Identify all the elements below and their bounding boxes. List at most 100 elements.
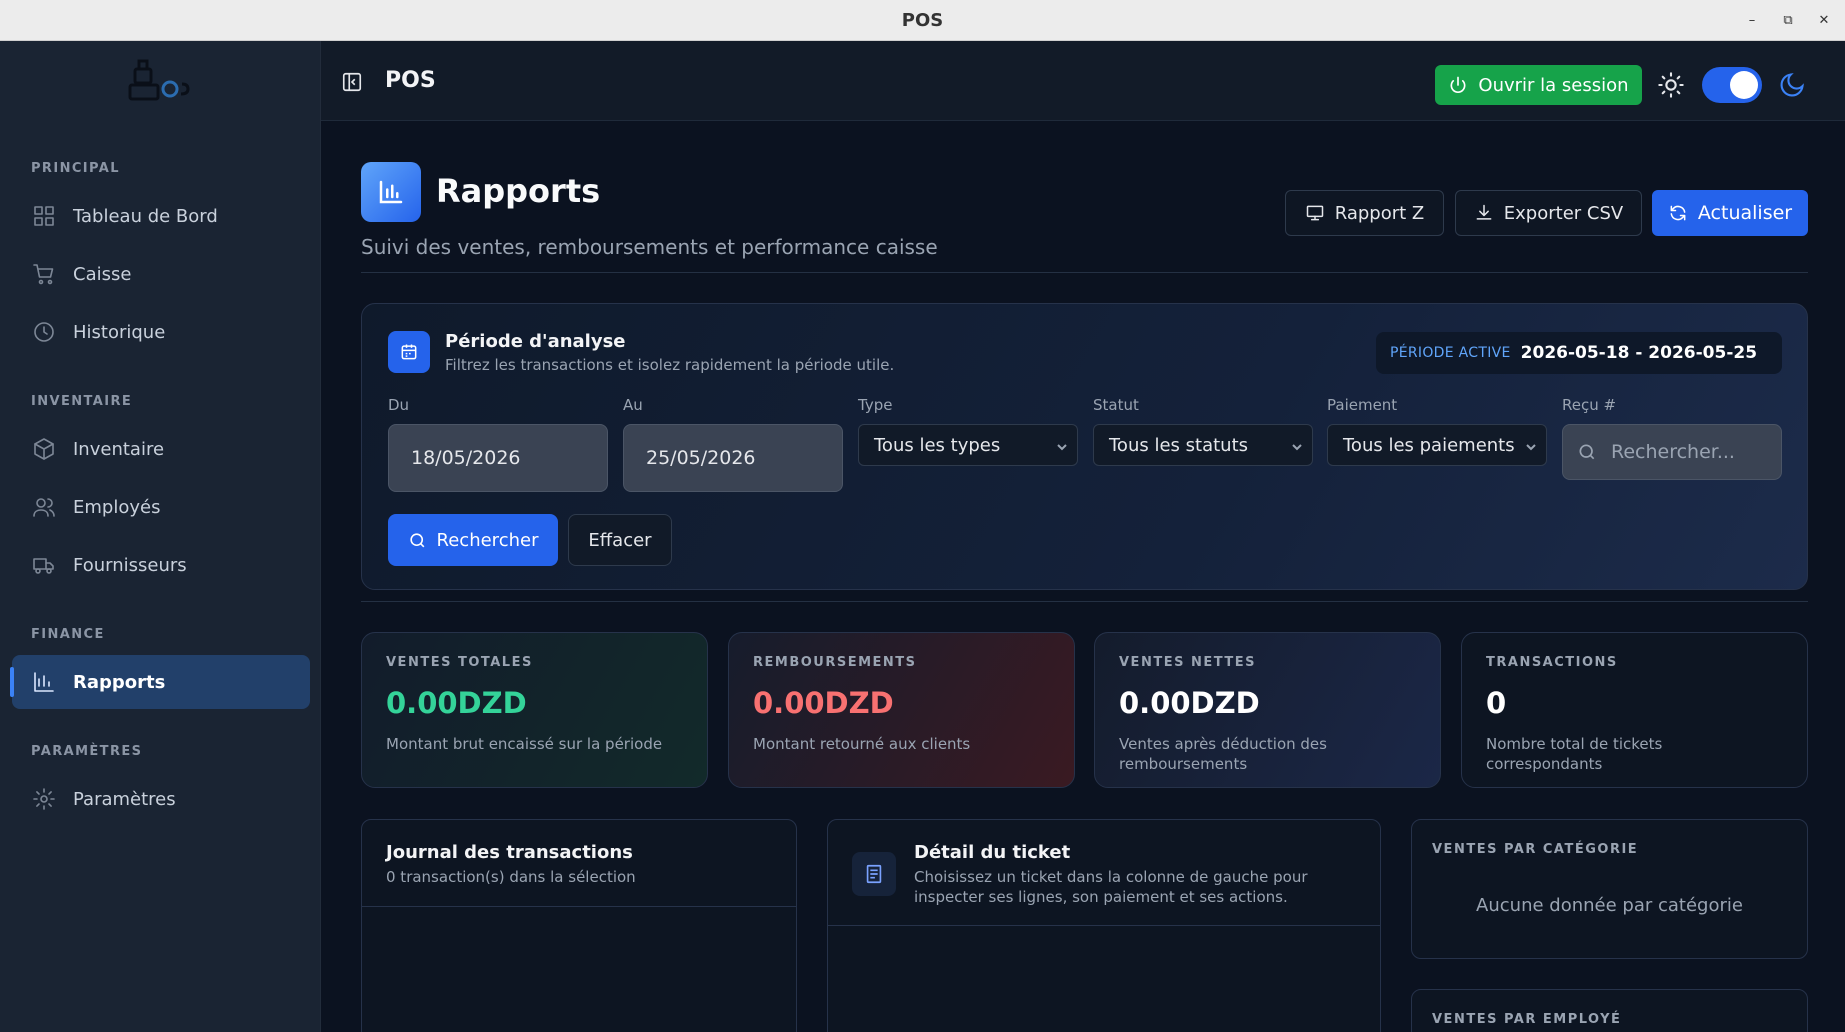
export-csv-button[interactable]: Exporter CSV xyxy=(1455,190,1642,236)
stat-label: VENTES TOTALES xyxy=(386,655,533,670)
sidebar-item-label: Caisse xyxy=(73,263,132,285)
type-select[interactable]: Tous les types xyxy=(858,424,1078,466)
journal-header-rule xyxy=(362,906,796,907)
status-select[interactable]: Tous les statuts xyxy=(1093,424,1313,466)
sidebar-item-parametres[interactable]: Paramètres xyxy=(12,772,310,826)
filter-panel-subtitle: Filtrez les transactions et isolez rapid… xyxy=(445,356,895,374)
box-icon xyxy=(31,436,57,462)
refresh-button[interactable]: Actualiser xyxy=(1652,190,1808,236)
to-label: Au xyxy=(623,396,643,414)
stat-label: VENTES NETTES xyxy=(1119,655,1256,670)
search-button-label: Rechercher xyxy=(436,529,539,551)
payment-label: Paiement xyxy=(1327,396,1398,414)
transactions-journal-panel: Journal des transactions 0 transaction(s… xyxy=(361,819,797,1032)
stat-value: 0.00DZD xyxy=(1119,686,1260,720)
page-subtitle: Suivi des ventes, remboursements et perf… xyxy=(361,235,938,259)
active-period-badge: PÉRIODE ACTIVE 2026-05-18 - 2026-05-25 xyxy=(1376,332,1782,374)
sales-by-employee-panel: VENTES PAR EMPLOYÉ xyxy=(1411,989,1808,1032)
journal-title: Journal des transactions xyxy=(386,842,633,863)
sidebar-item-rapports[interactable]: Rapports xyxy=(10,655,310,709)
type-label: Type xyxy=(858,396,893,414)
receipt-search-input[interactable]: Rechercher... xyxy=(1562,424,1782,480)
status-select-value: Tous les statuts xyxy=(1109,434,1248,456)
stat-description: Montant brut encaissé sur la période xyxy=(386,735,663,753)
header-divider xyxy=(361,272,1808,273)
history-icon xyxy=(31,319,57,345)
close-icon[interactable]: ✕ xyxy=(1817,13,1831,28)
receipt-icon xyxy=(852,852,896,896)
stat-description: Montant retourné aux clients xyxy=(753,735,971,753)
stat-description: Nombre total de tickets correspondants xyxy=(1486,735,1663,773)
open-session-button[interactable]: Ouvrir la session xyxy=(1435,65,1642,105)
export-csv-label: Exporter CSV xyxy=(1503,202,1624,224)
clear-button[interactable]: Effacer xyxy=(568,514,672,566)
filter-panel-title: Période d'analyse xyxy=(445,331,626,352)
stat-card-transactions: TRANSACTIONS 0 Nombre total de tickets c… xyxy=(1461,632,1808,788)
bar-chart-icon xyxy=(31,669,57,695)
sidebar-item-historique[interactable]: Historique xyxy=(12,305,310,359)
sales-by-category-empty: Aucune donnée par catégorie xyxy=(1476,895,1743,916)
calendar-icon xyxy=(388,331,430,373)
cart-icon xyxy=(31,261,57,287)
stat-value: 0.00DZD xyxy=(386,686,527,720)
chevron-down-icon xyxy=(1524,438,1538,452)
moon-icon[interactable] xyxy=(1778,71,1806,99)
sidebar-item-label: Historique xyxy=(73,321,166,343)
active-period-value: 2026-05-18 - 2026-05-25 xyxy=(1520,343,1758,363)
minimize-icon[interactable]: – xyxy=(1745,13,1759,28)
maximize-icon[interactable]: ⧉ xyxy=(1781,13,1795,28)
users-icon xyxy=(31,494,57,520)
active-period-label: PÉRIODE ACTIVE xyxy=(1390,345,1511,361)
payment-select-value: Tous les paiements xyxy=(1343,434,1515,456)
rapport-z-button[interactable]: Rapport Z xyxy=(1285,190,1444,236)
journal-subtitle: 0 transaction(s) dans la sélection xyxy=(386,868,636,886)
power-icon xyxy=(1450,76,1466,93)
from-date-input[interactable]: 18/05/2026 xyxy=(388,424,608,492)
sidebar-item-caisse[interactable]: Caisse xyxy=(12,247,310,301)
sidebar-item-fournisseurs[interactable]: Fournisseurs xyxy=(12,538,310,592)
chevron-down-icon xyxy=(1290,438,1304,452)
sales-by-category-panel: VENTES PAR CATÉGORIE Aucune donnée par c… xyxy=(1411,819,1808,959)
ticket-header-rule xyxy=(828,925,1380,926)
sidebar-item-label: Rapports xyxy=(73,671,166,693)
ticket-title: Détail du ticket xyxy=(914,842,1071,863)
type-select-value: Tous les types xyxy=(874,434,1001,456)
chevron-down-icon xyxy=(1055,438,1069,452)
bar-chart-icon xyxy=(379,180,403,204)
sun-icon[interactable] xyxy=(1657,71,1685,99)
filters-divider xyxy=(361,601,1808,602)
open-session-label: Ouvrir la session xyxy=(1478,74,1629,96)
stat-description: Ventes après déduction des remboursement… xyxy=(1119,735,1327,773)
sidebar-item-label: Paramètres xyxy=(73,788,176,810)
sidebar-item-employes[interactable]: Employés xyxy=(12,480,310,534)
payment-select[interactable]: Tous les paiements xyxy=(1327,424,1547,466)
sidebar-item-label: Employés xyxy=(73,496,161,518)
gear-icon xyxy=(31,786,57,812)
search-icon xyxy=(409,532,424,547)
truck-icon xyxy=(31,552,57,578)
stat-card-refunds: REMBOURSEMENTS 0.00DZD Montant retourné … xyxy=(728,632,1075,788)
section-inventaire: INVENTAIRE xyxy=(31,394,133,409)
ticket-detail-panel: Détail du ticket Choisissez un ticket da… xyxy=(827,819,1381,1032)
sales-by-employee-label: VENTES PAR EMPLOYÉ xyxy=(1432,1012,1622,1027)
sidebar-item-label: Fournisseurs xyxy=(73,554,187,576)
grid-icon xyxy=(31,203,57,229)
sidebar-item-inventaire[interactable]: Inventaire xyxy=(12,422,310,476)
page-title: Rapports xyxy=(436,172,601,210)
theme-toggle[interactable] xyxy=(1702,67,1762,103)
section-principal: PRINCIPAL xyxy=(31,161,120,176)
sidebar: PRINCIPAL Tableau de Bord Caisse Histori… xyxy=(0,41,321,1032)
to-date-input[interactable]: 25/05/2026 xyxy=(623,424,843,492)
ticket-subtitle: Choisissez un ticket dans la colonne de … xyxy=(914,868,1308,906)
stat-value: 0.00DZD xyxy=(753,686,894,720)
search-icon xyxy=(1579,444,1595,460)
reports-page-icon xyxy=(361,162,421,222)
sidebar-item-dashboard[interactable]: Tableau de Bord xyxy=(12,189,310,243)
monitor-icon xyxy=(1306,205,1323,221)
search-button[interactable]: Rechercher xyxy=(388,514,558,566)
download-icon xyxy=(1476,204,1492,220)
window-controls: – ⧉ ✕ xyxy=(1745,0,1831,41)
sidebar-toggle-icon[interactable] xyxy=(341,71,363,93)
sidebar-item-label: Tableau de Bord xyxy=(73,205,218,227)
receipt-label: Reçu # xyxy=(1562,396,1617,414)
